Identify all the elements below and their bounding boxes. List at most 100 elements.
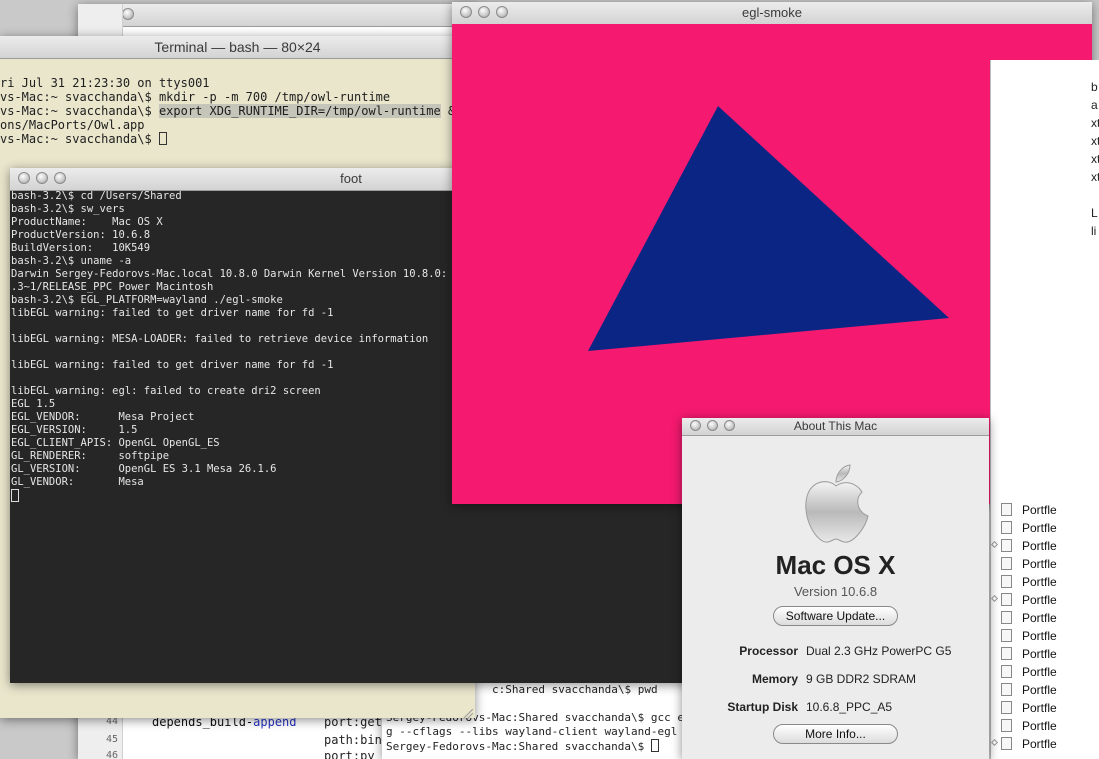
- document-icon: [1001, 557, 1012, 570]
- document-icon: [1001, 665, 1012, 678]
- terminal-line: GL_RENDERER: softpipe: [11, 450, 170, 462]
- minimize-button[interactable]: [36, 172, 48, 184]
- terminal-line: GL_VENDOR: Mesa: [11, 476, 144, 488]
- file-name: Portfle: [1022, 647, 1057, 661]
- window-title: egl-smoke: [742, 5, 802, 20]
- document-icon: [1001, 521, 1012, 534]
- software-update-button[interactable]: Software Update...: [773, 606, 898, 626]
- terminal-line: libEGL warning: MESA-LOADER: failed to r…: [11, 333, 429, 345]
- document-icon: [1001, 737, 1012, 750]
- cut-off-text: a: [1091, 98, 1098, 112]
- file-row[interactable]: Portfle: [991, 627, 1099, 645]
- terminal-line: libEGL warning: failed to get driver nam…: [11, 359, 334, 371]
- document-icon: [1001, 701, 1012, 714]
- file-name: Portfle: [1022, 719, 1057, 733]
- file-row[interactable]: Portfle: [991, 663, 1099, 681]
- terminal-line: g --cflags --libs wayland-client wayland…: [386, 725, 692, 738]
- document-icon: [1001, 611, 1012, 624]
- file-row[interactable]: Portfle: [991, 591, 1099, 609]
- file-row[interactable]: Portfle: [991, 501, 1099, 519]
- cut-off-text: xt: [1091, 152, 1099, 166]
- about-this-mac-window[interactable]: About This Mac Mac OS X Version 10.6.8 S…: [682, 418, 989, 759]
- window-title: foot: [340, 171, 362, 186]
- close-button[interactable]: [460, 6, 472, 18]
- file-name: Portfle: [1022, 665, 1057, 679]
- file-row[interactable]: Portfle: [991, 681, 1099, 699]
- document-icon: [1001, 503, 1012, 516]
- file-name: Portfle: [1022, 737, 1057, 751]
- terminal-line: libEGL warning: egl: failed to create dr…: [11, 385, 321, 397]
- terminal-line: bash-3.2\$ cd /Users/Shared: [11, 190, 182, 202]
- terminal-line: ri Jul 31 21:23:30 on ttys001: [0, 76, 210, 90]
- blue-triangle: [588, 106, 949, 351]
- minimize-button[interactable]: [707, 420, 718, 431]
- file-name: Portfle: [1022, 503, 1057, 517]
- disclosure-icon[interactable]: [991, 540, 999, 549]
- window-controls: [460, 6, 514, 20]
- file-name: Portfle: [1022, 701, 1057, 715]
- ide-titlebar: [78, 4, 478, 27]
- disclosure-icon[interactable]: [991, 738, 999, 747]
- terminal-line: ons/MacPorts/Owl.app: [0, 118, 145, 132]
- file-row[interactable]: Portfle: [991, 699, 1099, 717]
- close-button[interactable]: [690, 420, 701, 431]
- terminal-line: BuildVersion: 10K549: [11, 242, 151, 254]
- info-label: Memory: [751, 672, 798, 686]
- cut-off-text: b: [1091, 80, 1098, 94]
- document-icon: [1001, 539, 1012, 552]
- terminal-line: ProductName: Mac OS X: [11, 216, 163, 228]
- terminal-line: EGL 1.5: [11, 398, 56, 410]
- prompt: vs-Mac:~ svacchanda\$: [0, 104, 159, 118]
- terminal-line: bash-3.2\$ uname -a: [11, 255, 132, 267]
- more-info-button[interactable]: More Info...: [773, 724, 898, 744]
- file-row[interactable]: Portfle: [991, 555, 1099, 573]
- terminal-line: .3~1/RELEASE_PPC Power Macintosh: [11, 281, 214, 293]
- document-icon: [1001, 683, 1012, 696]
- line-number: 46: [105, 750, 118, 759]
- document-icon: [1001, 593, 1012, 606]
- terminal-line: EGL_VERSION: 1.5: [11, 424, 138, 436]
- terminal-line: bash-3.2\$ sw_vers: [11, 203, 125, 215]
- close-button[interactable]: [18, 172, 30, 184]
- finder-window[interactable]: ba xt xt xt xt Lli Portfle Portfle Portfle Portf…: [990, 60, 1099, 759]
- document-icon: [1001, 719, 1012, 732]
- file-row[interactable]: Portfle: [991, 735, 1099, 753]
- disclosure-icon[interactable]: [991, 594, 999, 603]
- file-name: Portfle: [1022, 611, 1057, 625]
- cursor: [158, 132, 167, 145]
- terminal-line: Darwin Sergey-Fedorovs-Mac.local 10.8.0 …: [11, 268, 473, 280]
- terminal-titlebar[interactable]: Terminal — bash — 80×24: [0, 36, 475, 59]
- resize-grip[interactable]: [463, 706, 474, 718]
- terminal-line: vs-Mac:~ svacchanda\$: [0, 132, 167, 146]
- egl-titlebar[interactable]: egl-smoke: [452, 2, 1092, 25]
- cut-off-text: xt: [1091, 170, 1099, 184]
- file-row[interactable]: Portfle: [991, 717, 1099, 735]
- file-row[interactable]: Portfle: [991, 537, 1099, 555]
- terminal-line: Sergey-Fedorovs-Mac:Shared svacchanda\$: [386, 739, 659, 753]
- file-row[interactable]: Portfle: [991, 573, 1099, 591]
- line-number: 45: [105, 734, 118, 745]
- os-name: Mac OS X: [775, 550, 896, 580]
- file-name: Portfle: [1022, 683, 1057, 697]
- selected-text[interactable]: export XDG_RUNTIME_DIR=/tmp/owl-runtime: [158, 104, 441, 118]
- file-row[interactable]: Portfle: [991, 519, 1099, 537]
- window-title: Terminal — bash — 80×24: [154, 39, 321, 55]
- zoom-button[interactable]: [724, 420, 735, 431]
- file-name: Portfle: [1022, 521, 1057, 535]
- zoom-button[interactable]: [496, 6, 508, 18]
- document-icon: [1001, 575, 1012, 588]
- about-titlebar[interactable]: About This Mac: [682, 418, 989, 436]
- cut-off-text: li: [1091, 224, 1097, 238]
- cursor-line: [11, 489, 19, 504]
- minimize-button[interactable]: [478, 6, 490, 18]
- file-name: Portfle: [1022, 593, 1057, 607]
- os-version: Version 10.6.8: [793, 584, 878, 599]
- file-row[interactable]: Portfle: [991, 645, 1099, 663]
- terminal-line: vs-Mac:~ svacchanda\$ export XDG_RUNTIME…: [0, 104, 462, 118]
- terminal-line: bash-3.2\$ EGL_PLATFORM=wayland ./egl-sm…: [11, 294, 283, 306]
- zoom-button[interactable]: [122, 8, 134, 20]
- terminal-line: EGL_CLIENT_APIS: OpenGL OpenGL_ES: [11, 437, 220, 449]
- terminal-line: ProductVersion: 10.6.8: [11, 229, 151, 241]
- file-row[interactable]: Portfle: [991, 609, 1099, 627]
- zoom-button[interactable]: [54, 172, 66, 184]
